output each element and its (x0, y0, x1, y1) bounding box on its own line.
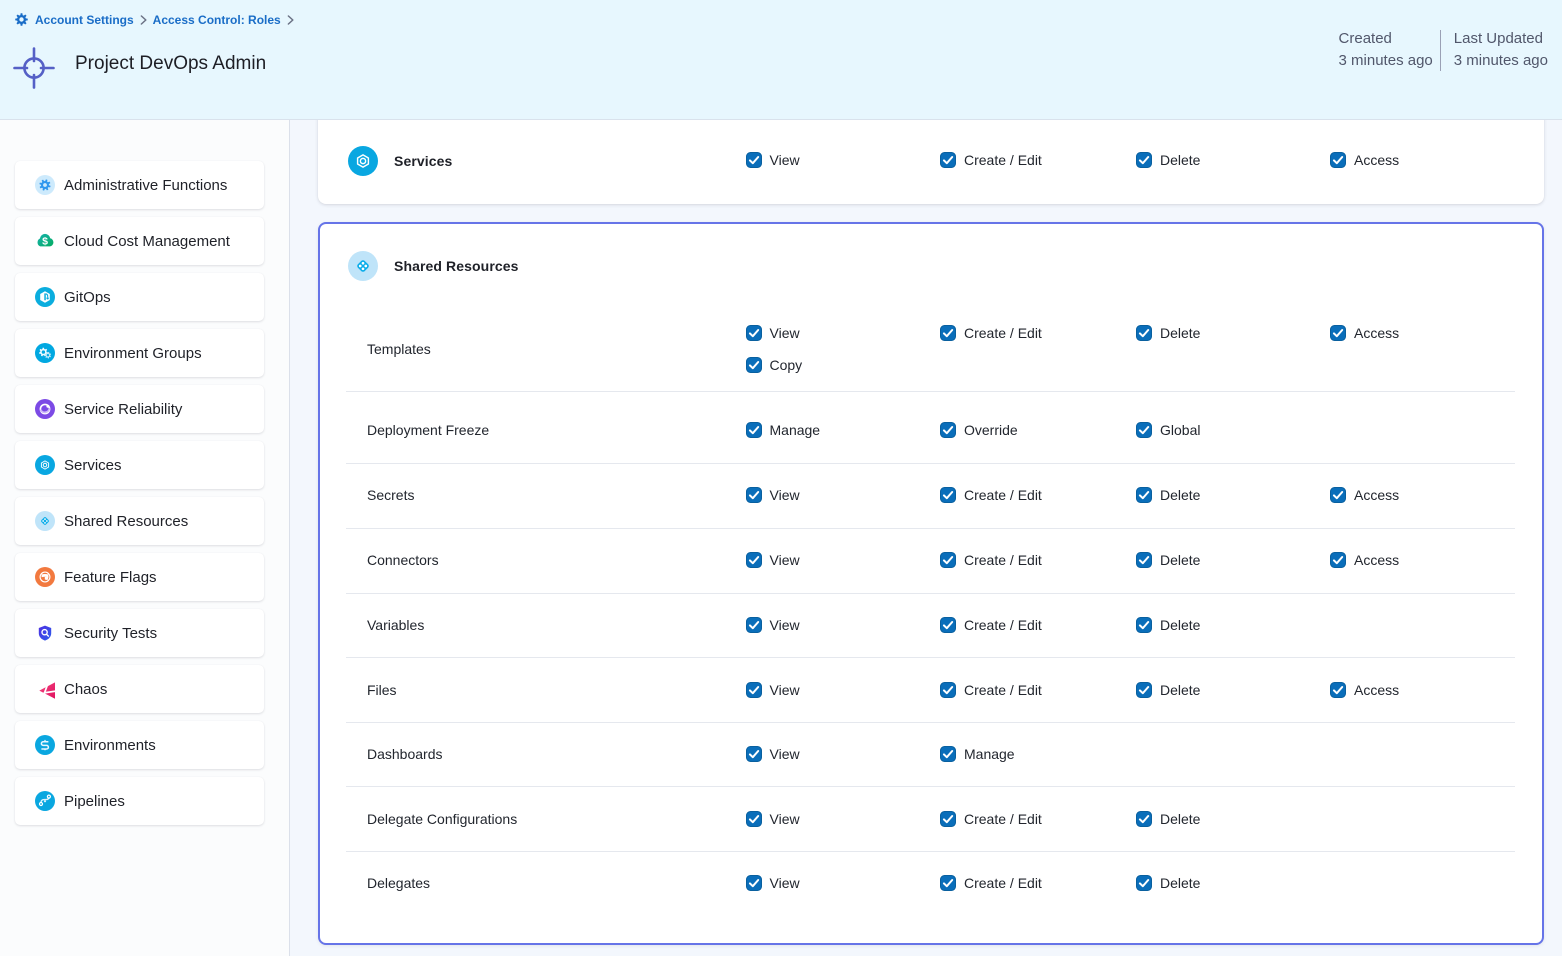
svg-text:$: $ (42, 236, 48, 248)
